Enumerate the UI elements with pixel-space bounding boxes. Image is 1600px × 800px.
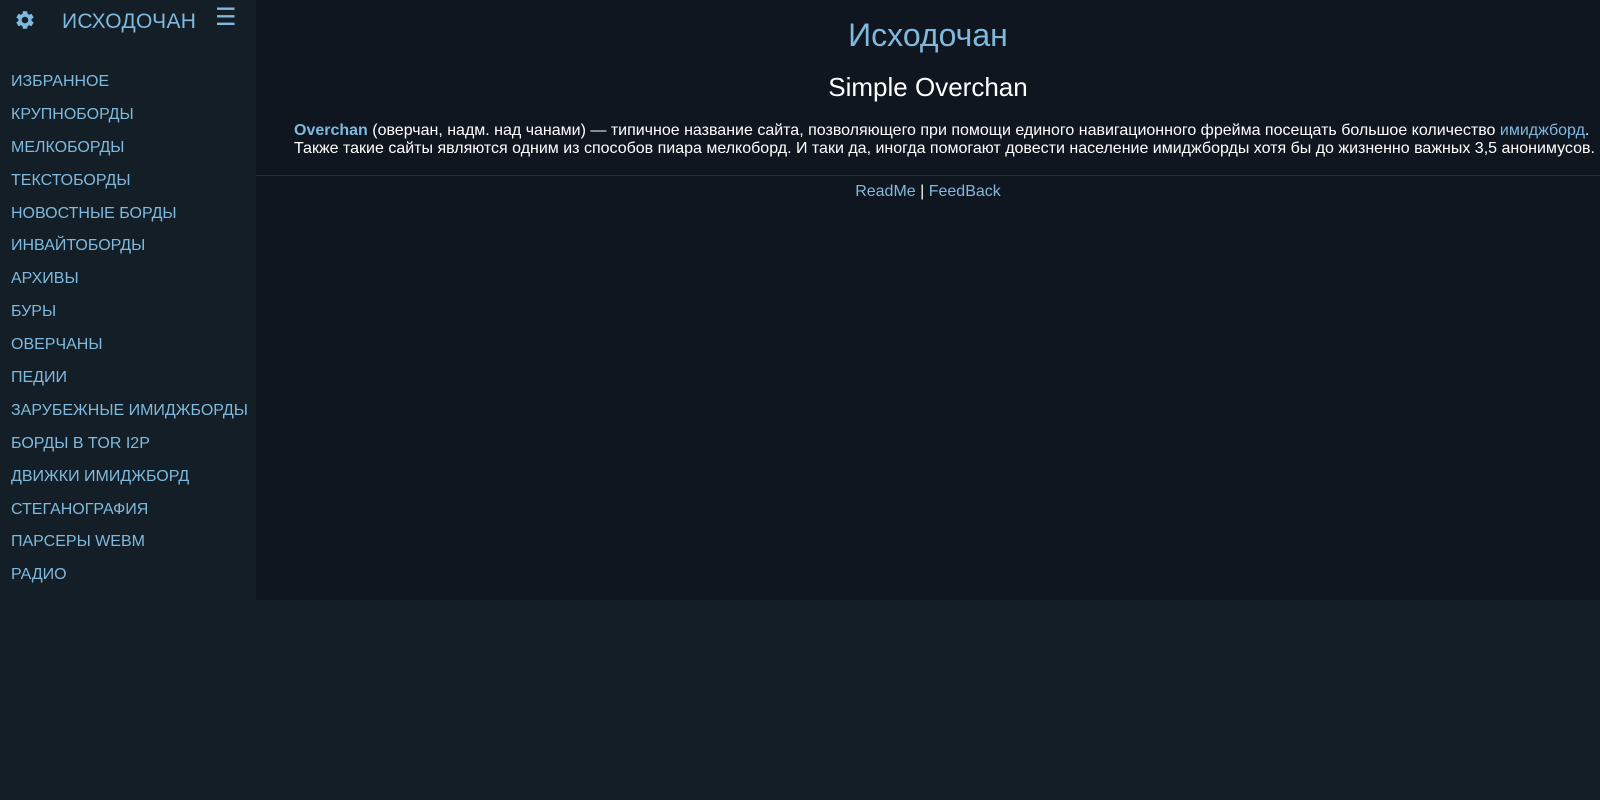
sidebar-item-pedias[interactable]: ПЕДИИ [0, 366, 256, 399]
description-period: . [1584, 122, 1590, 139]
divider [256, 175, 1600, 176]
sidebar-item-webm-parsers[interactable]: ПАРСЕРЫ WEBM [0, 530, 256, 563]
site-name-link[interactable]: ИСХОДОЧАН [62, 10, 196, 34]
sidebar-item-steganography[interactable]: СТЕГАНОГРАФИЯ [0, 498, 256, 531]
description-line-1: Overchan (оверчан, надм. над чанами) — т… [294, 122, 1596, 140]
sidebar-item-imageboard-engines[interactable]: ДВИЖКИ ИМИДЖБОРД [0, 465, 256, 498]
sidebar-item-overchans[interactable]: ОВЕРЧАНЫ [0, 333, 256, 366]
sidebar-item-foreign-imageboards[interactable]: ЗАРУБЕЖНЫЕ ИМИДЖБОРДЫ [0, 399, 256, 432]
sidebar-item-invite-boards[interactable]: ИНВАЙТОБОРДЫ [0, 234, 256, 267]
gear-icon[interactable] [14, 9, 36, 31]
page-title[interactable]: Исходочан [256, 17, 1600, 54]
description: Overchan (оверчан, надм. над чанами) — т… [294, 122, 1596, 158]
sidebar: ИСХОДОЧАН ☰ ИЗБРАННОЕ КРУПНОБОРДЫ МЕЛКОБ… [0, 0, 256, 600]
sidebar-item-archives[interactable]: АРХИВЫ [0, 267, 256, 300]
feedback-link[interactable]: FeedBack [929, 183, 1001, 200]
sidebar-item-news-boards[interactable]: НОВОСТНЫЕ БОРДЫ [0, 202, 256, 235]
main-content: Исходочан Simple Overchan Overchan (овер… [256, 0, 1600, 600]
sidebar-item-text-boards[interactable]: ТЕКСТОБОРДЫ [0, 169, 256, 202]
sidebar-item-tor-i2p-boards[interactable]: БОРДЫ В TOR I2P [0, 432, 256, 465]
app-root: ИСХОДОЧАН ☰ ИЗБРАННОЕ КРУПНОБОРДЫ МЕЛКОБ… [0, 0, 1600, 800]
description-text: (оверчан, надм. над чанами) — типичное н… [367, 122, 1500, 139]
sidebar-item-favorites[interactable]: ИЗБРАННОЕ [0, 70, 256, 103]
sidebar-header: ИСХОДОЧАН ☰ [0, 0, 256, 60]
sidebar-item-small-boards[interactable]: МЕЛКОБОРДЫ [0, 136, 256, 169]
description-line-2: Также такие сайты являются одним из спос… [294, 140, 1595, 157]
sidebar-nav: ИЗБРАННОЕ КРУПНОБОРДЫ МЕЛКОБОРДЫ ТЕКСТОБ… [0, 70, 256, 596]
footer-separator: | [915, 183, 929, 200]
imageboard-link[interactable]: имиджборд [1500, 122, 1585, 139]
page-subtitle: Simple Overchan [828, 72, 1028, 102]
sidebar-item-boors[interactable]: БУРЫ [0, 300, 256, 333]
sidebar-item-large-boards[interactable]: КРУПНОБОРДЫ [0, 103, 256, 136]
hamburger-icon[interactable]: ☰ [215, 6, 237, 30]
overchan-link[interactable]: Overchan [294, 122, 368, 139]
sidebar-item-radio[interactable]: РАДИО [0, 563, 256, 596]
footer-links: ReadMe | FeedBack [256, 183, 1600, 201]
readme-link[interactable]: ReadMe [855, 183, 915, 200]
